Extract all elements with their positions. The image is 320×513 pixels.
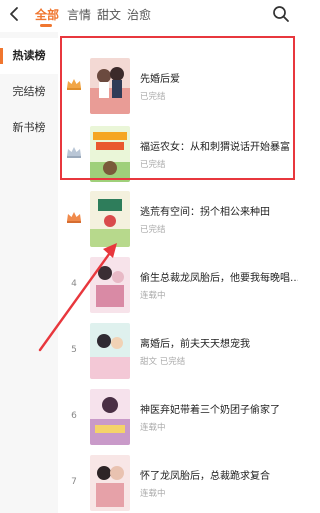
- list-item[interactable]: 4 偷生总裁龙凤胎后，他要我每晚唱… 连载中: [58, 255, 300, 321]
- book-status: 已完结: [140, 225, 166, 235]
- sidebar-item-completed[interactable]: 完结榜: [0, 74, 58, 110]
- tab-romance[interactable]: 言情: [67, 6, 91, 23]
- book-status: 连载中: [140, 291, 166, 301]
- tab-all[interactable]: 全部: [35, 6, 59, 23]
- book-title[interactable]: 离婚后，前夫天天想宠我: [140, 335, 250, 350]
- sidebar-item-label: 热读榜: [12, 49, 46, 62]
- tab-sweet[interactable]: 甜文: [97, 6, 121, 23]
- sidebar-item-label: 完结榜: [12, 85, 46, 98]
- list-item[interactable]: 7 怀了龙凤胎后，总裁跪求复合 连载中: [58, 453, 300, 513]
- book-status: 甜文 已完结: [140, 357, 186, 367]
- top-bar: 全部 言情 甜文 治愈: [0, 0, 300, 30]
- ranking-sidebar: 热读榜 完结榜 新书榜: [0, 32, 58, 513]
- list-item[interactable]: 逃荒有空间：拐个相公来种田 已完结: [58, 189, 300, 255]
- rank-number: 5: [71, 345, 77, 355]
- sidebar-item-label: 新书榜: [12, 121, 46, 134]
- sidebar-item-hot[interactable]: 热读榜: [0, 38, 58, 74]
- list-item[interactable]: 6 神医弃妃带着三个奶团子偷家了 连载中: [58, 387, 300, 453]
- book-cover[interactable]: [90, 191, 130, 247]
- book-title[interactable]: 偷生总裁龙凤胎后，他要我每晚唱…: [140, 269, 298, 284]
- bronze-crown-icon: [67, 212, 81, 223]
- book-cover[interactable]: [90, 323, 130, 379]
- rank-number: 4: [71, 279, 77, 289]
- book-cover[interactable]: [90, 389, 130, 445]
- sidebar-active-marker: [0, 48, 3, 64]
- book-title[interactable]: 怀了龙凤胎后，总裁跪求复合: [140, 467, 270, 482]
- book-title[interactable]: 逃荒有空间：拐个相公来种田: [140, 203, 270, 218]
- chevron-left-icon[interactable]: [6, 5, 24, 23]
- search-icon[interactable]: [272, 5, 290, 23]
- book-status: 连载中: [140, 489, 166, 499]
- highlight-box: [60, 36, 295, 180]
- tab-healing[interactable]: 治愈: [127, 6, 151, 23]
- tab-active-indicator: [40, 24, 52, 27]
- book-title[interactable]: 神医弃妃带着三个奶团子偷家了: [140, 401, 280, 416]
- list-item[interactable]: 5 离婚后，前夫天天想宠我 甜文 已完结: [58, 321, 300, 387]
- sidebar-item-new[interactable]: 新书榜: [0, 110, 58, 146]
- book-status: 连载中: [140, 423, 166, 433]
- book-cover[interactable]: [90, 257, 130, 313]
- rank-number: 6: [71, 411, 77, 421]
- rank-number: 7: [71, 477, 77, 487]
- book-cover[interactable]: [90, 455, 130, 511]
